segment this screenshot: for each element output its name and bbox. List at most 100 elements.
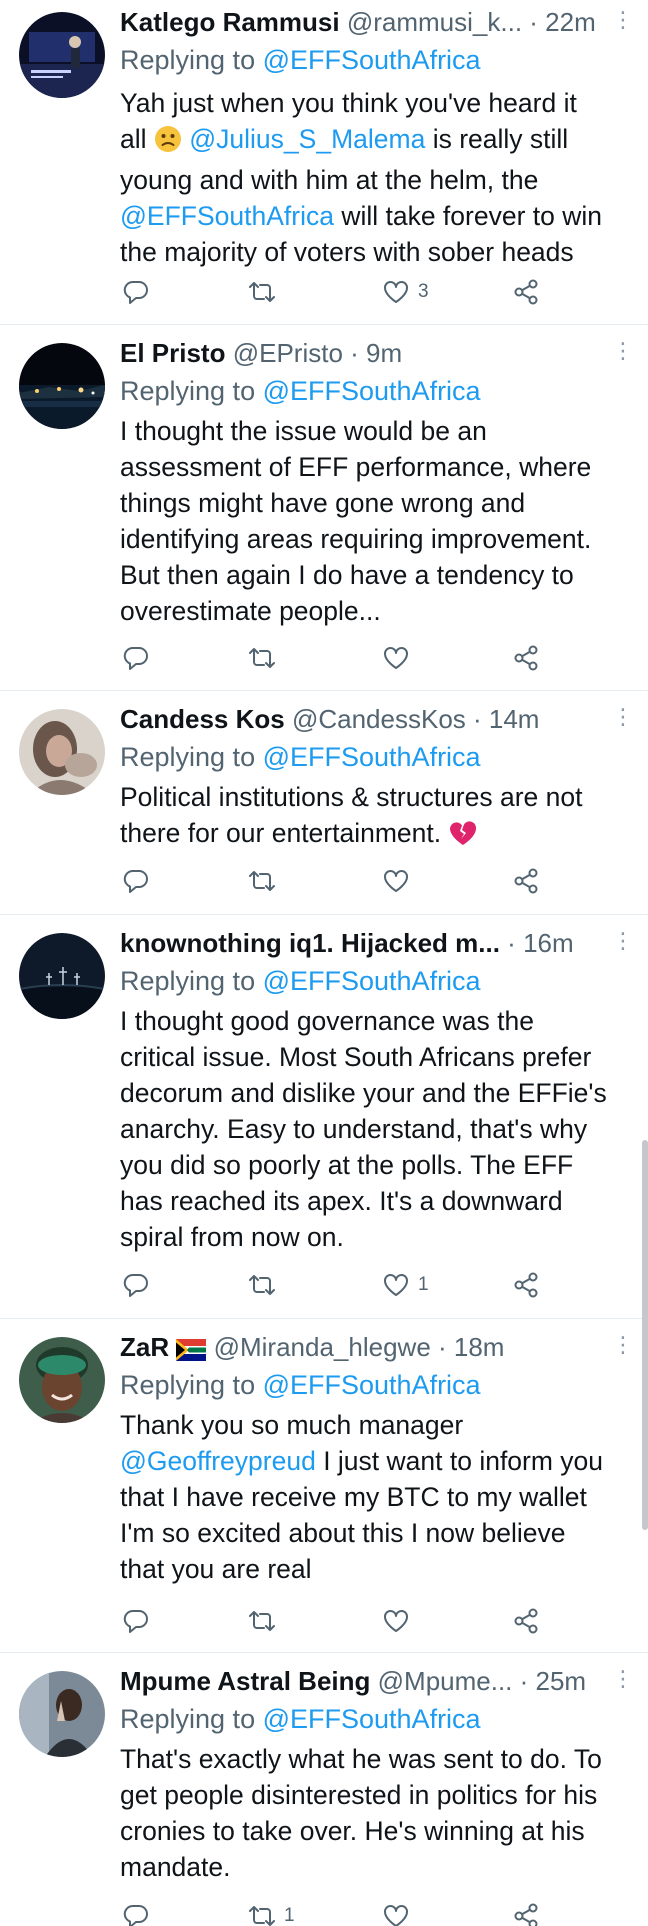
like-button[interactable] [382, 1603, 410, 1639]
tweet[interactable]: knownothing iq1. Hijacked m... · 16m ⋮ R… [0, 915, 648, 1319]
more-icon[interactable]: ⋮ [612, 1663, 634, 1699]
share-button[interactable] [512, 1898, 540, 1926]
action-bar [120, 863, 550, 899]
retweet-button[interactable] [248, 1603, 276, 1639]
timestamp[interactable]: 18m [454, 1332, 505, 1362]
slightly-frowning-face-icon [154, 125, 182, 162]
more-icon[interactable]: ⋮ [612, 1329, 634, 1365]
reply-mention-link[interactable]: @EFFSouthAfrica [263, 45, 481, 75]
like-button[interactable]: 3 [382, 274, 429, 310]
mention-link[interactable]: @Geoffreypreud [120, 1446, 316, 1476]
replying-to-label: Replying to [120, 376, 263, 406]
tweet[interactable]: Candess Kos @CandessKos · 14m ⋮ Replying… [0, 691, 648, 915]
like-button[interactable] [382, 1898, 410, 1926]
reply-button[interactable] [122, 1603, 150, 1639]
text-segment: will take forever to win [333, 201, 602, 231]
like-icon [382, 1607, 410, 1635]
share-icon [512, 644, 540, 672]
reply-mention-link[interactable]: @EFFSouthAfrica [263, 1370, 481, 1400]
text-line: identifying areas requiring improvement. [120, 524, 592, 554]
avatar[interactable] [19, 12, 105, 98]
display-name[interactable]: Candess Kos [120, 704, 285, 734]
share-button[interactable] [512, 1267, 540, 1303]
tweet-header: El Pristo @EPristo · 9m [120, 335, 618, 371]
avatar[interactable] [19, 1337, 105, 1423]
user-handle[interactable]: @rammusi_k... [347, 7, 522, 37]
reply-button[interactable] [122, 1898, 150, 1926]
action-bar: 1 [120, 1898, 550, 1926]
reply-button[interactable] [122, 640, 150, 676]
reply-mention-link[interactable]: @EFFSouthAfrica [263, 1704, 481, 1734]
user-handle[interactable]: @Miranda_hlegwe [214, 1332, 431, 1362]
reply-button[interactable] [122, 274, 150, 310]
replying-to: Replying to @EFFSouthAfrica [120, 1367, 628, 1403]
timestamp[interactable]: 22m [545, 7, 596, 37]
text-segment: there for our entertainment. [120, 818, 449, 848]
timestamp[interactable]: 25m [536, 1666, 587, 1696]
retweet-icon [248, 1607, 276, 1635]
display-name[interactable]: knownothing iq1. Hijacked m... [120, 928, 500, 958]
more-icon[interactable]: ⋮ [612, 4, 634, 40]
timestamp[interactable]: 16m [523, 928, 574, 958]
user-handle[interactable]: @CandessKos [292, 704, 466, 734]
reply-icon [122, 278, 150, 306]
text-segment: I just want to inform you [315, 1446, 604, 1476]
like-icon [382, 867, 410, 895]
text-line: But then again I do have a tendency to [120, 560, 574, 590]
share-button[interactable] [512, 1603, 540, 1639]
replying-to-label: Replying to [120, 1370, 263, 1400]
separator: · [522, 7, 546, 37]
timestamp[interactable]: 14m [489, 704, 540, 734]
tweet-header: ZaR @Miranda_hlegwe · 18m [120, 1329, 618, 1365]
tweet[interactable]: Katlego Rammusi @rammusi_k... · 22m ⋮ Re… [0, 0, 648, 325]
timestamp[interactable]: 9m [366, 338, 402, 368]
retweet-button[interactable] [248, 863, 276, 899]
mention-link[interactable]: @Julius_S_Malema [189, 124, 425, 154]
share-button[interactable] [512, 274, 540, 310]
display-name[interactable]: Mpume Astral Being [120, 1666, 370, 1696]
like-button[interactable] [382, 640, 410, 676]
text-line: assessment of EFF performance, where [120, 452, 592, 482]
retweet-button[interactable] [248, 1267, 276, 1303]
reply-button[interactable] [122, 863, 150, 899]
user-handle[interactable]: @EPristo [233, 338, 343, 368]
display-name[interactable]: Katlego Rammusi [120, 7, 340, 37]
display-name[interactable]: El Pristo [120, 338, 225, 368]
avatar[interactable] [19, 1671, 105, 1757]
reply-mention-link[interactable]: @EFFSouthAfrica [263, 742, 481, 772]
replying-to-label: Replying to [120, 45, 263, 75]
scrollbar[interactable] [642, 1140, 648, 1530]
like-button[interactable] [382, 863, 410, 899]
share-button[interactable] [512, 640, 540, 676]
tweet-header: knownothing iq1. Hijacked m... · 16m [120, 925, 618, 961]
tweet[interactable]: Mpume Astral Being @Mpume... · 25m ⋮ Rep… [0, 1653, 648, 1926]
tweet-text: Political institutions & structures are … [120, 779, 630, 856]
tweet[interactable]: El Pristo @EPristo · 9m ⋮ Replying to @E… [0, 325, 648, 691]
more-icon[interactable]: ⋮ [612, 335, 634, 371]
more-icon[interactable]: ⋮ [612, 701, 634, 737]
retweet-button[interactable]: 1 [248, 1898, 295, 1926]
avatar[interactable] [19, 343, 105, 429]
text-line: decorum and dislike your and the EFFie's [120, 1078, 607, 1108]
retweet-icon [248, 644, 276, 672]
more-icon[interactable]: ⋮ [612, 925, 634, 961]
retweet-button[interactable] [248, 640, 276, 676]
like-icon [382, 278, 410, 306]
tweet[interactable]: ZaR @Miranda_hlegwe · 18m ⋮ Replying to … [0, 1319, 648, 1653]
avatar[interactable] [19, 933, 105, 1019]
mention-link[interactable]: @EFFSouthAfrica [120, 201, 334, 231]
text-line: that you are real [120, 1554, 312, 1584]
share-button[interactable] [512, 863, 540, 899]
user-handle[interactable]: @Mpume... [378, 1666, 513, 1696]
display-name[interactable]: ZaR [120, 1332, 169, 1362]
reply-mention-link[interactable]: @EFFSouthAfrica [263, 966, 481, 996]
retweet-button[interactable] [248, 274, 276, 310]
reply-button[interactable] [122, 1267, 150, 1303]
text-line: anarchy. Easy to understand, that's why [120, 1114, 588, 1144]
tweet-text: I thought good governance was the critic… [120, 1003, 630, 1255]
like-icon [382, 1271, 410, 1299]
avatar[interactable] [19, 709, 105, 795]
broken-heart-icon [448, 819, 478, 856]
reply-mention-link[interactable]: @EFFSouthAfrica [263, 376, 481, 406]
like-button[interactable]: 1 [382, 1267, 429, 1303]
